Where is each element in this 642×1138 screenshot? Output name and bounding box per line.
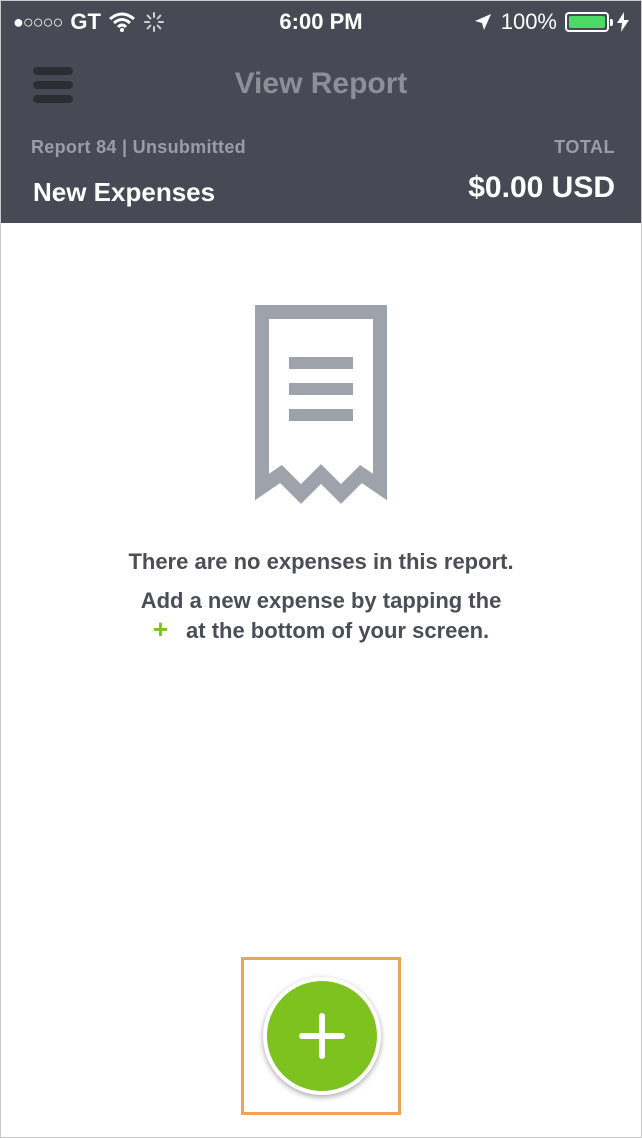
battery-nub (610, 19, 613, 26)
empty-state-hint: Add a new expense by tapping the + at the… (1, 587, 641, 645)
empty-state-hint-line-2: + at the bottom of your screen. (1, 615, 641, 645)
page-title: View Report (234, 67, 408, 100)
add-expense-button[interactable] (263, 977, 381, 1095)
report-name: New Expenses (33, 177, 216, 207)
empty-state-message: There are no expenses in this report. (128, 549, 514, 574)
total-label: TOTAL (554, 137, 615, 157)
report-meta: Report 84 | Unsubmitted (31, 137, 246, 157)
battery-percent: 100% (500, 9, 557, 34)
app-screen: ●○○○○ GT 6:00 PM 100% View Report Report… (0, 0, 642, 1138)
charging-bolt-icon (617, 12, 629, 32)
report-header: ●○○○○ GT 6:00 PM 100% View Report Report… (1, 1, 641, 223)
battery-fill (569, 16, 605, 28)
empty-state-hint-text: at the bottom of your screen. (186, 618, 490, 643)
location-arrow-icon (474, 14, 491, 30)
status-bar: ●○○○○ GT 6:00 PM 100% (1, 1, 641, 43)
battery-icon (565, 12, 613, 32)
receipt-icon (255, 305, 387, 504)
plus-icon: + (152, 614, 169, 644)
total-value: $0.00 USD (468, 171, 615, 204)
empty-state-hint-line: Add a new expense by tapping the (140, 588, 502, 613)
plus-icon (299, 1013, 345, 1059)
status-right: 100% (473, 9, 629, 35)
